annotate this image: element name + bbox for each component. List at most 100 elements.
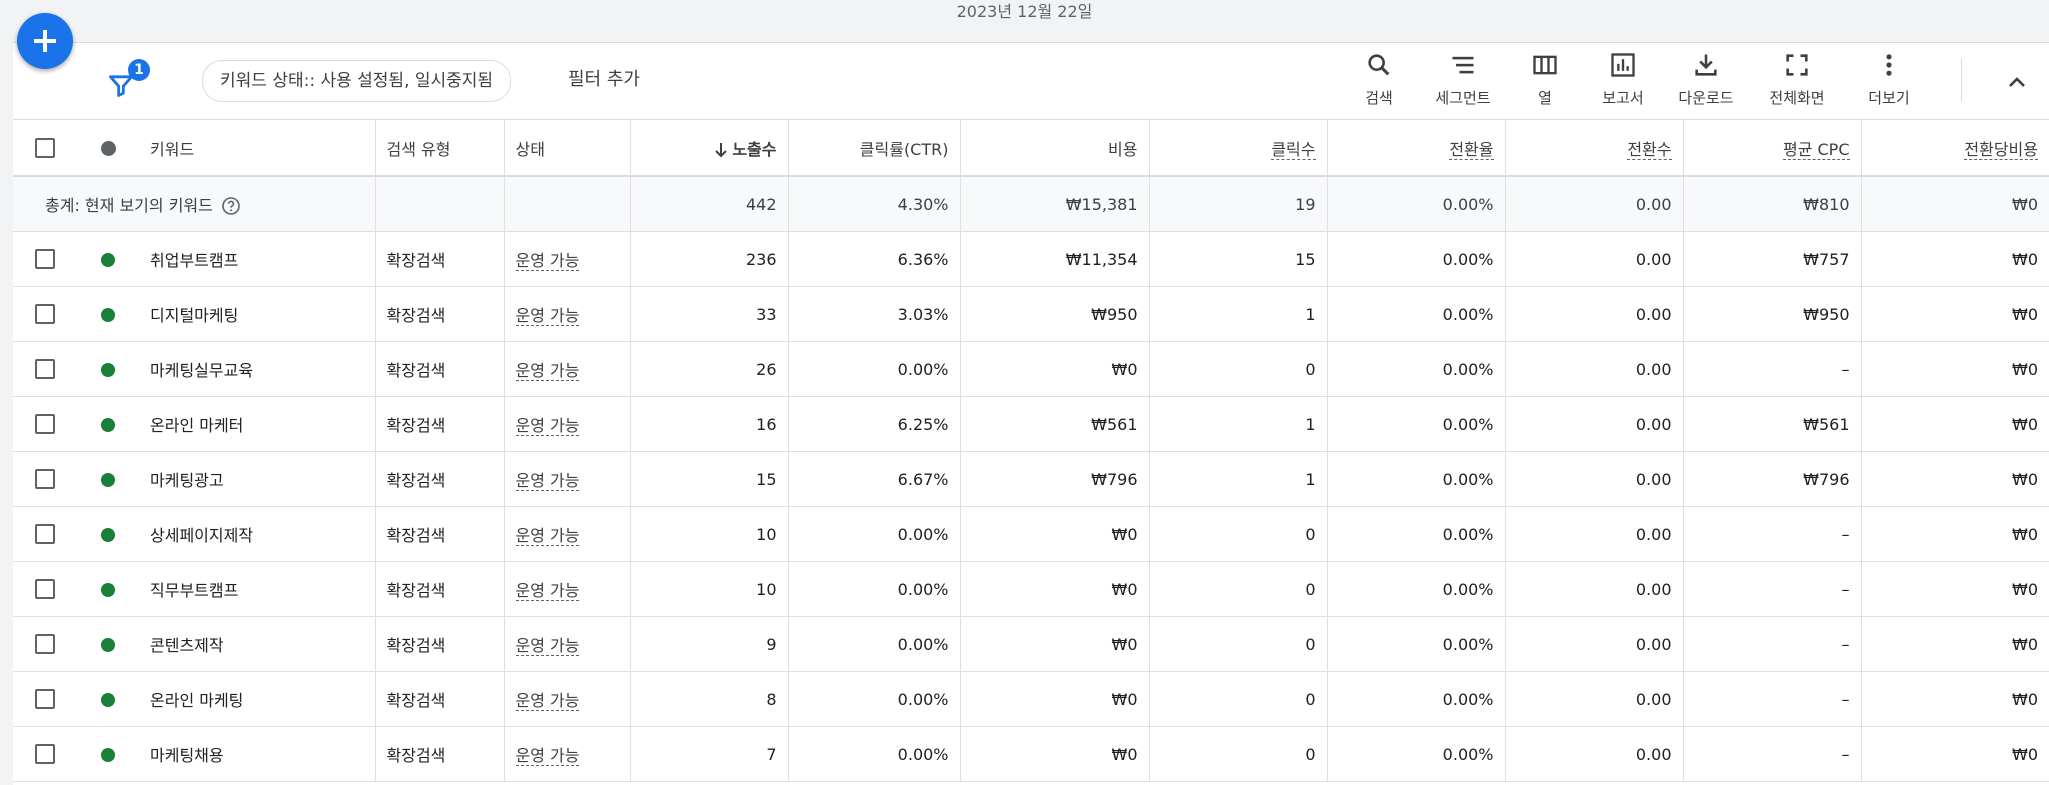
row-select-cell[interactable] [13,561,77,617]
segment-icon [1452,56,1474,74]
total-ctr: 4.30% [788,176,961,232]
row-checkbox[interactable] [35,579,55,600]
search-icon [1368,54,1390,76]
match-type-column-header[interactable]: 검색 유형 [375,120,505,177]
avg-cpc-header-label: 평균 CPC [1782,139,1850,160]
row-checkbox[interactable] [35,469,55,490]
status-cell[interactable]: 운영 가능 [504,341,631,397]
filter-count-badge: 1 [128,59,150,81]
fullscreen-tool-button[interactable]: 전체화면 [1751,51,1843,115]
segment-tool-label: 세그먼트 [1435,89,1491,107]
row-checkbox[interactable] [35,304,55,325]
keyword-cell[interactable]: 마케팅광고 [139,451,376,507]
status-text[interactable]: 운영 가능 [515,471,580,491]
more-tool-button[interactable]: 더보기 [1843,51,1935,115]
segment-tool-button[interactable]: 세그먼트 [1417,51,1509,115]
table-row: 디지털마케팅 확장검색 운영 가능 33 3.03% ₩950 1 0.00% 0.00 ₩950… [13,286,2049,342]
status-text[interactable]: 운영 가능 [515,691,580,711]
row-select-cell[interactable] [13,231,77,287]
row-select-cell[interactable] [13,506,77,562]
collapse-button[interactable] [1997,63,2037,103]
status-text[interactable]: 운영 가능 [515,306,580,326]
row-checkbox[interactable] [35,689,55,710]
search-tool-button[interactable]: 검색 [1333,51,1425,115]
enabled-status-dot [101,308,115,322]
keyword-cell[interactable]: 마케팅실무교육 [139,341,376,397]
row-checkbox[interactable] [35,634,55,655]
row-checkbox[interactable] [35,414,55,435]
row-checkbox[interactable] [35,359,55,380]
avg-cpc-cell: – [1683,341,1862,397]
avg-cpc-cell: ₩757 [1683,231,1862,287]
filter-button[interactable]: 1 [103,59,150,103]
status-column-header[interactable]: 상태 [504,120,631,177]
select-all-cell[interactable] [13,120,77,177]
status-text[interactable]: 운영 가능 [515,361,580,381]
keyword-cell[interactable]: 온라인 마케터 [139,396,376,452]
status-cell[interactable]: 운영 가능 [504,561,631,617]
impressions-cell: 9 [630,616,789,672]
ctr-cell: 0.00% [788,561,961,617]
status-text[interactable]: 운영 가능 [515,746,580,766]
status-cell[interactable]: 운영 가능 [504,396,631,452]
status-cell[interactable]: 운영 가능 [504,616,631,672]
row-select-cell[interactable] [13,396,77,452]
cost-column-header[interactable]: 비용 [960,120,1150,177]
keyword-cell[interactable]: 마케팅채용 [139,726,376,782]
impressions-column-header[interactable]: 노출수 [630,120,789,177]
avg-cpc-cell: – [1683,671,1862,727]
clicks-cell: 0 [1149,616,1328,672]
clicks-cell: 0 [1149,506,1328,562]
add-filter-button[interactable]: 필터 추가 [568,60,640,100]
cost-per-conv-column-header[interactable]: 전환당비용 [1861,120,2049,177]
keyword-cell[interactable]: 디지털마케팅 [139,286,376,342]
conversions-cell: 0.00 [1505,726,1684,782]
create-button[interactable] [17,13,73,69]
select-all-checkbox[interactable] [35,137,55,158]
match-type-cell: 확장검색 [375,616,505,672]
row-checkbox[interactable] [35,744,55,765]
keyword-cell[interactable]: 온라인 마케팅 [139,671,376,727]
ctr-cell: 6.36% [788,231,961,287]
ctr-column-header[interactable]: 클릭률(CTR) [788,120,961,177]
conv-rate-column-header[interactable]: 전환율 [1327,120,1506,177]
row-checkbox[interactable] [35,249,55,270]
keyword-rows: 취업부트캠프 확장검색 운영 가능 236 6.36% ₩11,354 15 0.00% 0.0… [13,231,2049,782]
download-tool-button[interactable]: 다운로드 [1660,51,1752,115]
row-select-cell[interactable] [13,341,77,397]
keyword-cell[interactable]: 직무부트캠프 [139,561,376,617]
status-text[interactable]: 운영 가능 [515,581,580,601]
row-checkbox[interactable] [35,524,55,545]
table-row: 온라인 마케터 확장검색 운영 가능 16 6.25% ₩561 1 0.00% 0.00 ₩56… [13,396,2049,452]
keyword-cell[interactable]: 상세페이지제작 [139,506,376,562]
keyword-cell[interactable]: 콘텐츠제작 [139,616,376,672]
table-row: 콘텐츠제작 확장검색 운영 가능 9 0.00% ₩0 0 0.00% 0.00– ₩0 [13,616,2049,672]
status-cell[interactable]: 운영 가능 [504,451,631,507]
conversions-column-header[interactable]: 전환수 [1505,120,1684,177]
avg-cpc-column-header[interactable]: 평균 CPC [1683,120,1862,177]
keyword-cell[interactable]: 취업부트캠프 [139,231,376,287]
keyword-column-header[interactable]: 키워드 [139,120,376,177]
status-text[interactable]: 운영 가능 [515,636,580,656]
row-select-cell[interactable] [13,671,77,727]
clicks-column-header[interactable]: 클릭수 [1149,120,1328,177]
status-cell[interactable]: 운영 가능 [504,231,631,287]
status-text[interactable]: 운영 가능 [515,526,580,546]
date-label: 2023년 12월 22일 [956,2,1093,21]
clicks-cell: 15 [1149,231,1328,287]
status-text[interactable]: 운영 가능 [515,416,580,436]
row-select-cell[interactable] [13,286,77,342]
row-select-cell[interactable] [13,726,77,782]
reports-tool-button[interactable]: 보고서 [1577,51,1669,115]
help-icon[interactable] [221,196,241,216]
status-cell[interactable]: 운영 가능 [504,671,631,727]
status-cell[interactable]: 운영 가능 [504,726,631,782]
status-cell[interactable]: 운영 가능 [504,506,631,562]
status-text[interactable]: 운영 가능 [515,251,580,271]
row-select-cell[interactable] [13,451,77,507]
impressions-cell: 7 [630,726,789,782]
keyword-status-filter-chip[interactable]: 키워드 상태:: 사용 설정됨, 일시중지됨 [202,60,512,102]
ctr-cell: 0.00% [788,506,961,562]
row-select-cell[interactable] [13,616,77,672]
status-cell[interactable]: 운영 가능 [504,286,631,342]
